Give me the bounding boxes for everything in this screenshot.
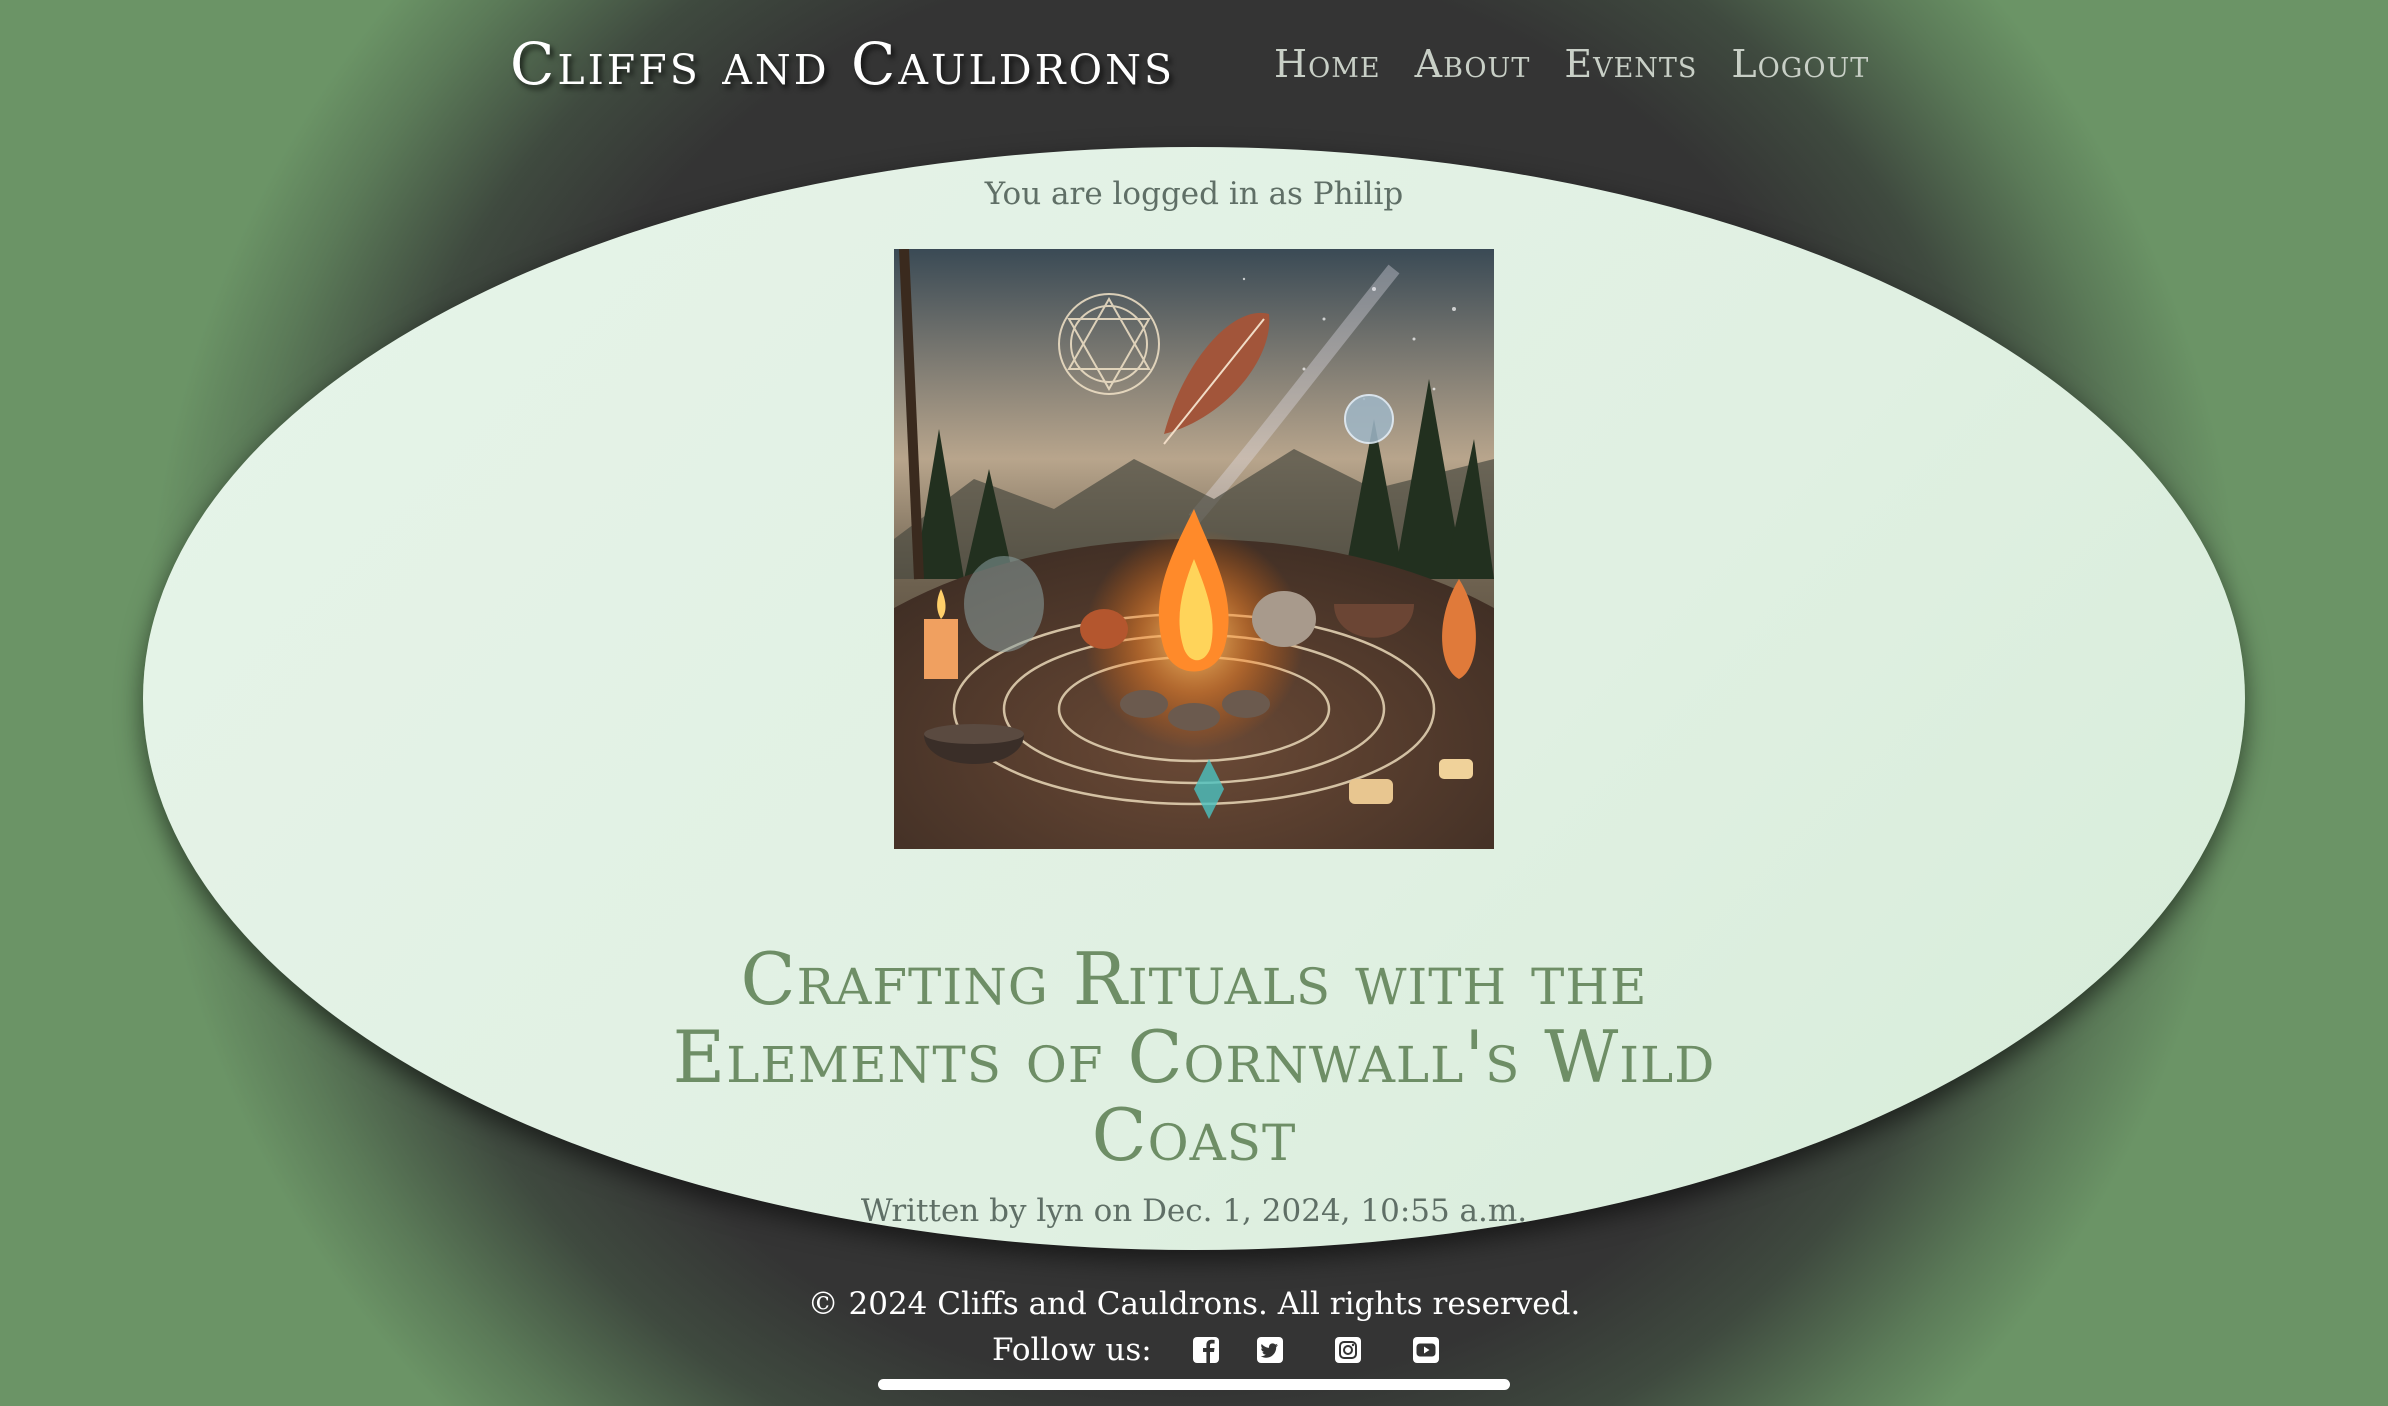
follow-us-label: Follow us: (992, 1332, 1152, 1368)
nav-home-link[interactable]: Home (1274, 42, 1381, 86)
nav-events-link[interactable]: Events (1564, 42, 1697, 86)
youtube-icon[interactable] (1412, 1336, 1440, 1364)
footer-bottom-bar (878, 1379, 1510, 1390)
ritual-illustration (894, 249, 1494, 849)
footer-follow: Follow us: (992, 1332, 1454, 1368)
site-brand-link[interactable]: Cliffs and Cauldrons (510, 30, 1175, 98)
instagram-icon[interactable] (1334, 1336, 1362, 1364)
nav-logout-link[interactable]: Logout (1731, 42, 1869, 86)
footer-copyright: © 2024 Cliffs and Cauldrons. All rights … (807, 1286, 1581, 1322)
main-nav: Home About Events Logout (1274, 42, 1869, 86)
nav-about-link[interactable]: About (1415, 42, 1531, 86)
post-hero-image (894, 249, 1494, 849)
post-byline: Written by lyn on Dec. 1, 2024, 10:55 a.… (860, 1193, 1528, 1229)
site-header: Cliffs and Cauldrons Home About Events L… (0, 0, 2388, 140)
login-status-text: You are logged in as Philip (984, 176, 1404, 212)
twitter-icon[interactable] (1256, 1336, 1284, 1364)
facebook-icon[interactable] (1192, 1336, 1220, 1364)
post-title: Crafting Rituals with the Elements of Co… (672, 937, 1716, 1177)
